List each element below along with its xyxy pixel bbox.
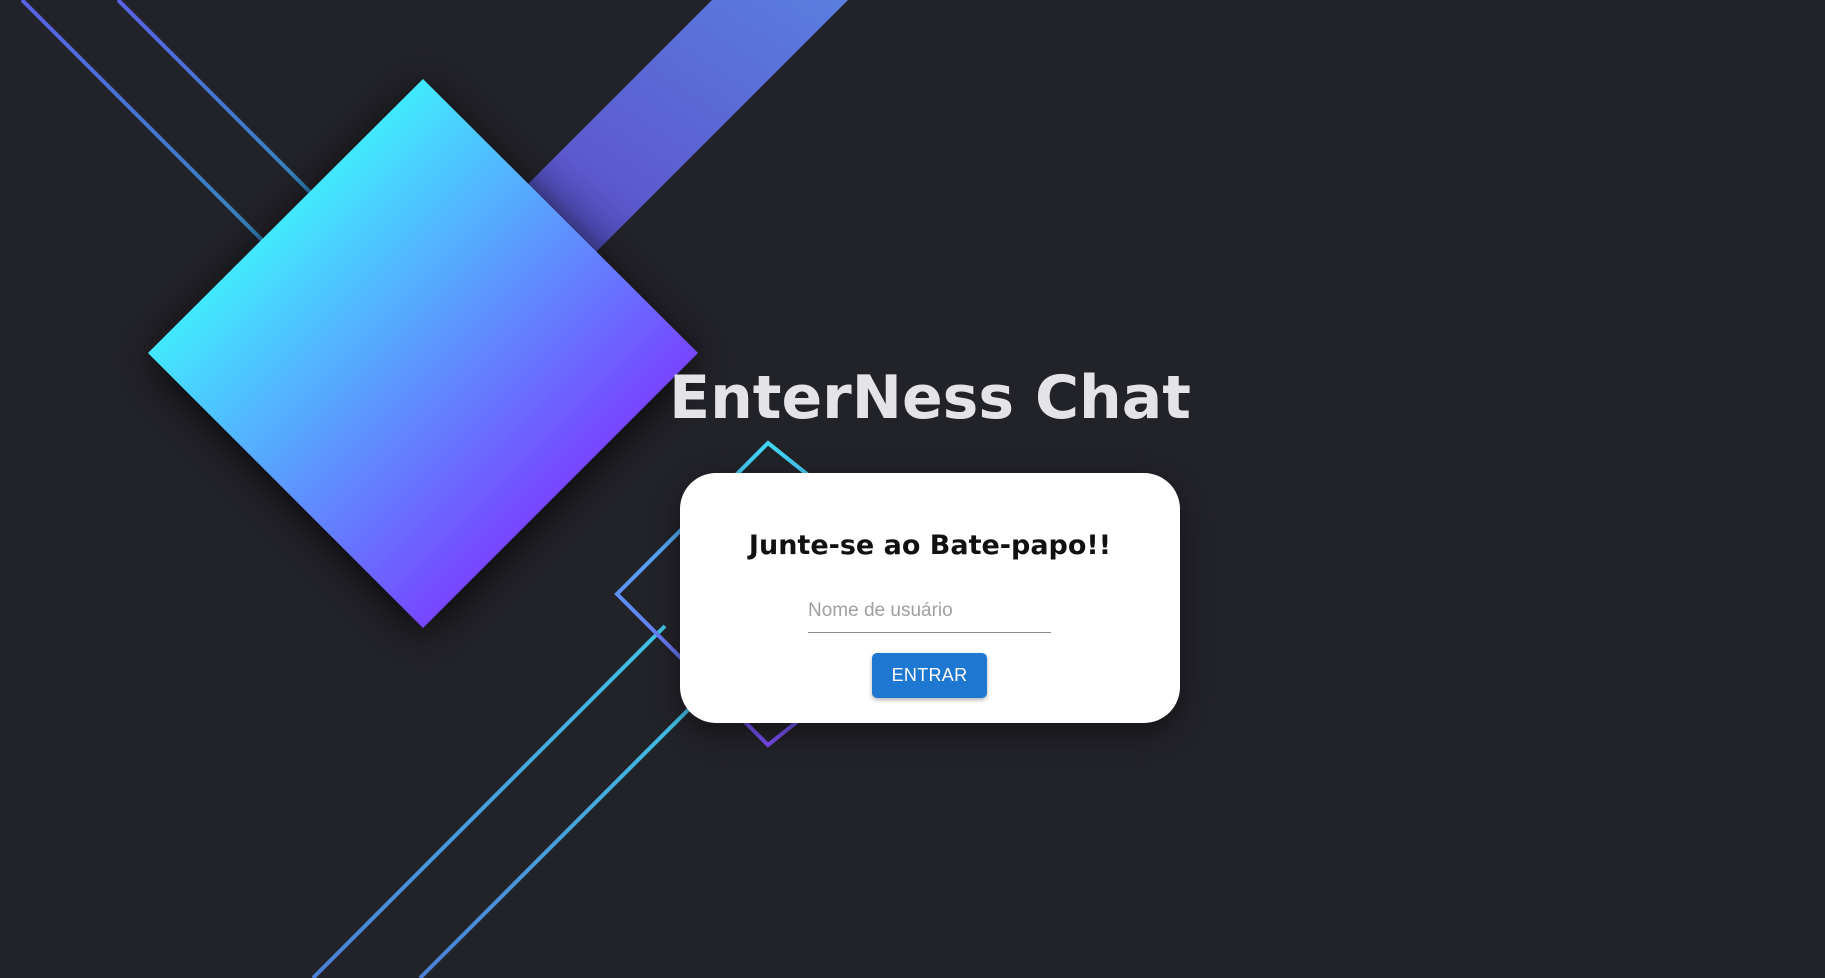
enter-button[interactable]: ENTRAR bbox=[872, 653, 987, 698]
username-input[interactable] bbox=[808, 592, 1051, 630]
login-screen: EnterNess Chat Junte-se ao Bate-papo!! E… bbox=[0, 0, 1825, 978]
username-field bbox=[808, 592, 1051, 633]
login-heading: Junte-se ao Bate-papo!! bbox=[748, 530, 1112, 561]
decor-line bbox=[418, 696, 702, 978]
app-title: EnterNess Chat bbox=[669, 363, 1191, 433]
decor-line bbox=[311, 624, 667, 978]
decor-line bbox=[116, 0, 332, 214]
